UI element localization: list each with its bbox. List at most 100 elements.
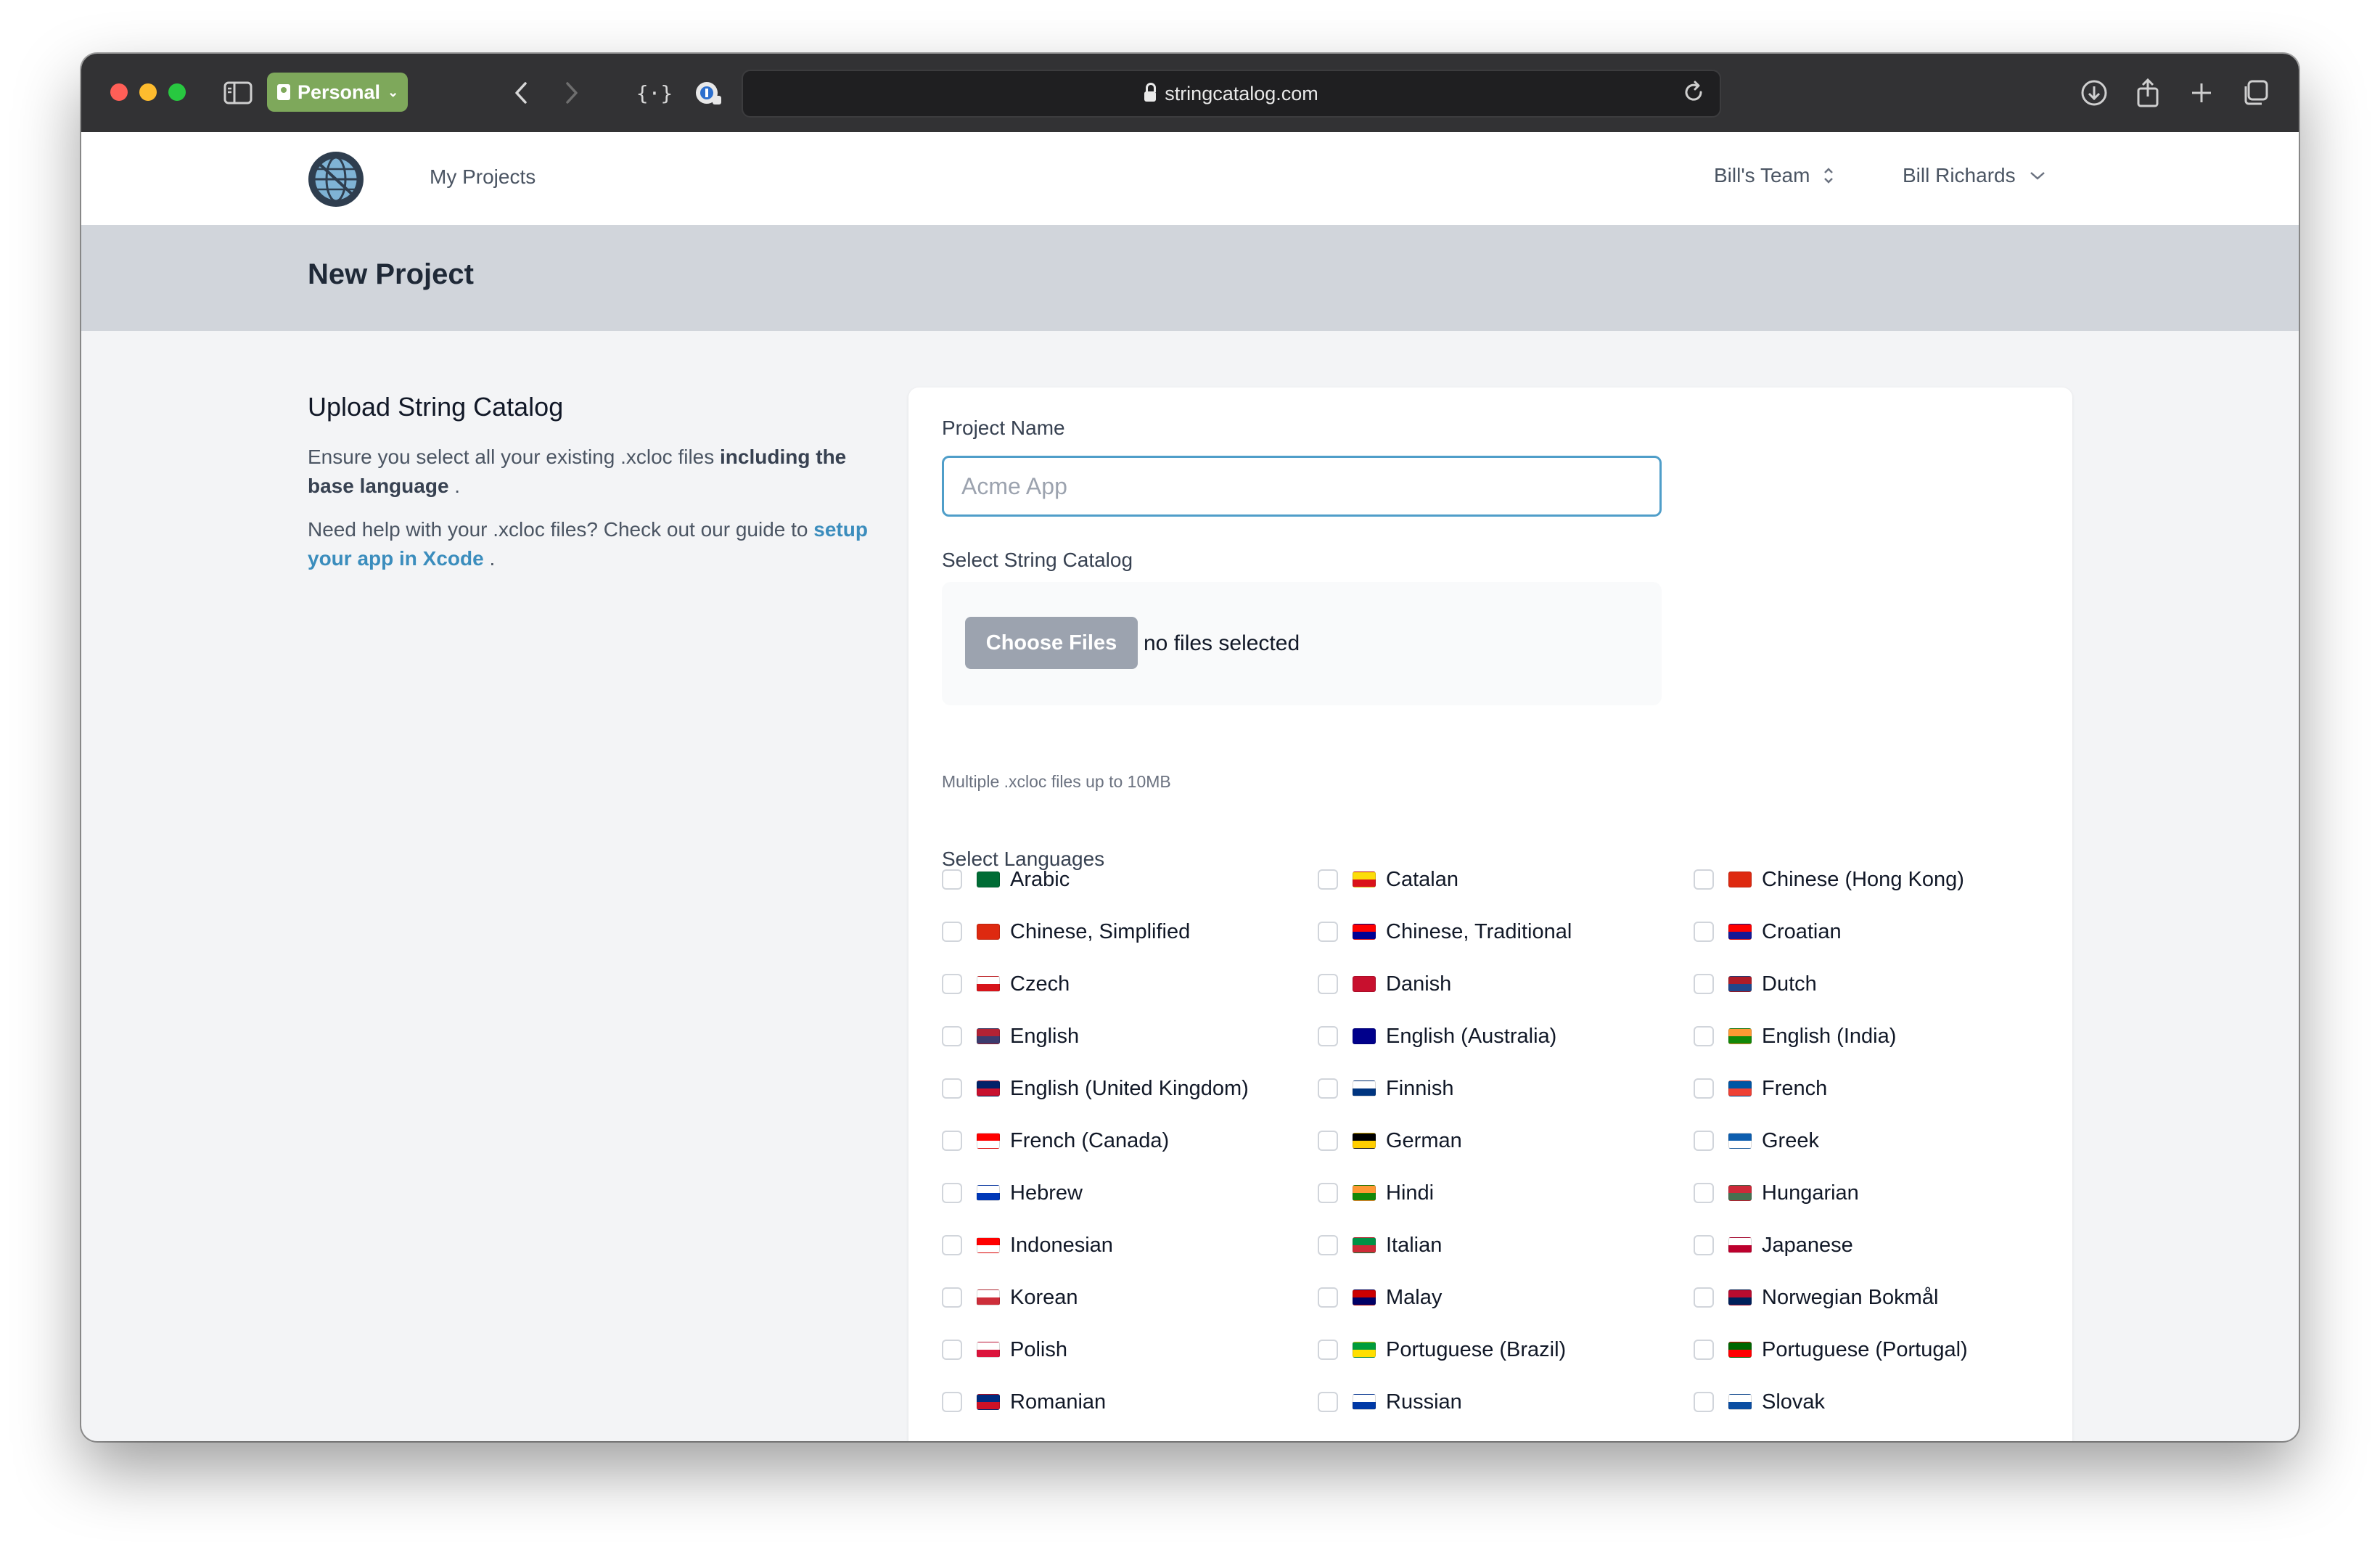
address-bar[interactable]: stringcatalog.com: [742, 70, 1721, 118]
language-checkbox[interactable]: [1694, 1287, 1714, 1308]
password-extension-icon[interactable]: [689, 74, 727, 112]
language-option[interactable]: English: [942, 1020, 1079, 1052]
app-logo[interactable]: [306, 149, 366, 209]
language-option[interactable]: Finnish: [1318, 1073, 1454, 1104]
language-checkbox[interactable]: [1318, 1183, 1338, 1203]
language-option[interactable]: Chinese, Traditional: [1318, 916, 1572, 948]
language-checkbox[interactable]: [1694, 869, 1714, 890]
language-checkbox[interactable]: [1318, 974, 1338, 994]
language-checkbox[interactable]: [1318, 1131, 1338, 1151]
language-name: English (India): [1762, 1024, 1897, 1048]
file-dropzone[interactable]: Choose Files no files selected: [942, 582, 1662, 705]
tab-overview-icon[interactable]: [2236, 74, 2274, 112]
language-option[interactable]: Danish: [1318, 968, 1451, 1000]
profile-button[interactable]: Personal ⌄: [267, 73, 408, 112]
language-option[interactable]: Malay: [1318, 1282, 1442, 1313]
language-checkbox[interactable]: [1694, 1078, 1714, 1099]
language-option[interactable]: Slovak: [1694, 1386, 1825, 1418]
language-checkbox[interactable]: [942, 869, 962, 890]
language-checkbox[interactable]: [942, 922, 962, 942]
language-checkbox[interactable]: [942, 1078, 962, 1099]
language-option[interactable]: Hebrew: [942, 1177, 1083, 1209]
downloads-icon[interactable]: [2075, 74, 2113, 112]
nav-my-projects[interactable]: My Projects: [430, 165, 536, 189]
language-checkbox[interactable]: [1694, 1392, 1714, 1412]
language-checkbox[interactable]: [1694, 974, 1714, 994]
language-option[interactable]: Hungarian: [1694, 1177, 1859, 1209]
language-option[interactable]: Chinese (Hong Kong): [1694, 864, 1964, 895]
language-checkbox[interactable]: [942, 1392, 962, 1412]
language-checkbox[interactable]: [942, 1340, 962, 1360]
team-switcher[interactable]: Bill's Team: [1714, 164, 1834, 187]
language-checkbox[interactable]: [1318, 1235, 1338, 1255]
language-checkbox[interactable]: [1318, 1078, 1338, 1099]
language-checkbox[interactable]: [1694, 1235, 1714, 1255]
sidebar-toggle-icon[interactable]: [219, 74, 257, 112]
language-option[interactable]: German: [1318, 1125, 1462, 1157]
language-option[interactable]: Korean: [942, 1282, 1078, 1313]
close-window-button[interactable]: [110, 83, 128, 101]
language-name: Norwegian Bokmål: [1762, 1285, 1939, 1309]
language-option[interactable]: Catalan: [1318, 864, 1458, 895]
language-option[interactable]: English (Australia): [1318, 1020, 1556, 1052]
language-option[interactable]: Italian: [1318, 1229, 1442, 1261]
language-checkbox[interactable]: [942, 1026, 962, 1046]
language-option[interactable]: Dutch: [1694, 968, 1817, 1000]
language-option[interactable]: French (Canada): [942, 1125, 1169, 1157]
language-option[interactable]: Polish: [942, 1334, 1067, 1366]
language-checkbox[interactable]: [942, 1287, 962, 1308]
language-option[interactable]: Croatian: [1694, 916, 1842, 948]
language-name: Russian: [1386, 1390, 1462, 1414]
user-menu[interactable]: Bill Richards: [1903, 164, 2046, 187]
forward-icon[interactable]: [553, 74, 591, 112]
choose-files-button[interactable]: Choose Files: [965, 617, 1138, 669]
language-checkbox[interactable]: [942, 1235, 962, 1255]
language-checkbox[interactable]: [1318, 922, 1338, 942]
minimize-window-button[interactable]: [139, 83, 157, 101]
language-checkbox[interactable]: [1694, 922, 1714, 942]
language-checkbox[interactable]: [1318, 1340, 1338, 1360]
language-checkbox[interactable]: [1694, 1183, 1714, 1203]
language-option[interactable]: English (India): [1694, 1020, 1896, 1052]
flag-icon: [1728, 976, 1752, 992]
language-option[interactable]: Indonesian: [942, 1229, 1113, 1261]
language-option[interactable]: Arabic: [942, 864, 1070, 895]
language-checkbox[interactable]: [942, 974, 962, 994]
new-tab-icon[interactable]: [2183, 74, 2220, 112]
language-checkbox[interactable]: [1694, 1131, 1714, 1151]
help-text-end: .: [483, 547, 496, 570]
language-checkbox[interactable]: [1318, 1026, 1338, 1046]
language-option[interactable]: French: [1694, 1073, 1827, 1104]
language-option[interactable]: Czech: [942, 968, 1070, 1000]
back-icon[interactable]: [502, 74, 540, 112]
extension-braces-icon[interactable]: {·}: [636, 74, 673, 112]
language-option[interactable]: English (United Kingdom): [942, 1073, 1249, 1104]
language-option[interactable]: Swedish: [1694, 1438, 1842, 1441]
language-checkbox[interactable]: [1318, 869, 1338, 890]
language-option[interactable]: Greek: [1694, 1125, 1819, 1157]
language-option[interactable]: Russian: [1318, 1386, 1462, 1418]
language-checkbox[interactable]: [942, 1131, 962, 1151]
language-option[interactable]: Spanish (Latin America): [1318, 1438, 1609, 1441]
language-checkbox[interactable]: [1318, 1392, 1338, 1412]
language-option[interactable]: Hindi: [1318, 1177, 1434, 1209]
language-checkbox[interactable]: [1694, 1026, 1714, 1046]
zoom-window-button[interactable]: [168, 83, 186, 101]
language-checkbox[interactable]: [1694, 1340, 1714, 1360]
language-option[interactable]: Norwegian Bokmål: [1694, 1282, 1938, 1313]
share-icon[interactable]: [2129, 74, 2167, 112]
language-option[interactable]: Portuguese (Portugal): [1694, 1334, 1968, 1366]
language-option[interactable]: Japanese: [1694, 1229, 1853, 1261]
reload-icon[interactable]: [1682, 80, 1707, 110]
language-checkbox[interactable]: [1318, 1287, 1338, 1308]
intro-paragraph-1: Ensure you select all your existing .xcl…: [308, 443, 874, 501]
language-option[interactable]: Portuguese (Brazil): [1318, 1334, 1566, 1366]
language-checkbox[interactable]: [942, 1183, 962, 1203]
flag-icon: [1728, 1289, 1752, 1305]
language-option[interactable]: Chinese, Simplified: [942, 916, 1190, 948]
project-name-input[interactable]: [942, 456, 1662, 517]
language-name: Polish: [1010, 1337, 1067, 1361]
language-option[interactable]: Spanish: [942, 1438, 1086, 1441]
language-option[interactable]: Romanian: [942, 1386, 1106, 1418]
language-name: Slovak: [1762, 1390, 1826, 1414]
